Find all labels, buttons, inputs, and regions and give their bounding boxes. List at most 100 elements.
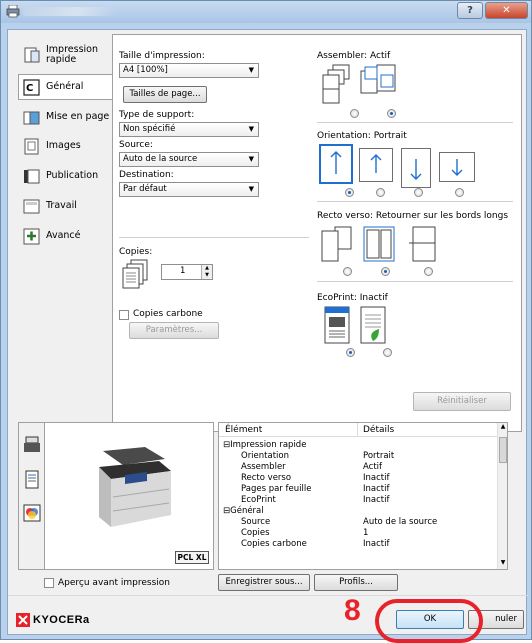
column-header-item[interactable]: Élément	[225, 425, 262, 435]
close-window-button[interactable]: ✕	[485, 2, 528, 19]
print-size-select[interactable]: A4 [100%]	[119, 63, 259, 78]
destination-label: Destination:	[119, 170, 174, 180]
summary-row[interactable]: Assembler Actif	[219, 462, 497, 473]
media-type-select[interactable]: Non spécifié	[119, 122, 259, 137]
summary-row[interactable]: Copies 1	[219, 528, 497, 539]
summary-item: ⊟Général	[223, 506, 264, 516]
orientation-rotated-landscape-option[interactable]	[439, 152, 475, 182]
orientation-rotated-portrait-radio[interactable]	[414, 188, 423, 197]
printer-preview-panel: PCL XL	[18, 422, 214, 570]
carbon-copies-label: Copies carbone	[133, 309, 203, 319]
separator	[119, 237, 309, 238]
nav-label-images: Images	[46, 140, 81, 151]
general-icon: C	[23, 78, 40, 96]
summary-row[interactable]: Copies carbone Inactif	[219, 539, 497, 550]
orientation-landscape-radio[interactable]	[376, 188, 385, 197]
orientation-rotated-landscape-radio[interactable]	[455, 188, 464, 197]
scroll-up-icon[interactable]: ▲	[498, 423, 508, 433]
ecoprint-on-radio[interactable]	[383, 348, 392, 357]
document-tab-icon[interactable]	[22, 470, 42, 490]
advanced-icon	[23, 228, 40, 244]
collate-on-radio[interactable]	[387, 109, 396, 118]
separator	[317, 122, 513, 123]
print-preview-checkbox[interactable]	[44, 578, 54, 588]
summary-row[interactable]: Source Auto de la source	[219, 517, 497, 528]
window-title-blurred	[23, 7, 115, 16]
summary-scrollbar[interactable]: ▲ ▼	[497, 423, 507, 569]
brand-name: KYOCERa	[33, 614, 90, 626]
duplex-short-edge-radio[interactable]	[424, 267, 433, 276]
carbon-copies-checkbox[interactable]	[119, 310, 129, 320]
orientation-landscape-option[interactable]	[359, 148, 393, 182]
collate-off-icon	[322, 64, 350, 104]
scroll-down-icon[interactable]: ▼	[498, 559, 508, 569]
nav-label-publishing: Publication	[46, 170, 99, 181]
duplex-off-icon	[321, 226, 352, 262]
summary-item: Assembler	[241, 462, 286, 472]
source-label: Source:	[119, 140, 153, 150]
summary-item: Source	[241, 517, 271, 527]
nav-item-job[interactable]: Travail	[18, 193, 114, 219]
nav-item-advanced[interactable]: Avancé	[18, 223, 114, 249]
duplex-short-edge-icon	[409, 226, 436, 262]
nav-item-images[interactable]: Images	[18, 133, 114, 159]
publishing-icon	[24, 169, 40, 183]
summary-item: Copies carbone	[241, 539, 307, 549]
summary-row[interactable]: Pages par feuille Inactif	[219, 484, 497, 495]
print-properties-window: ? ✕ Impression rapide C Général Mise en …	[0, 0, 532, 643]
collate-off-radio[interactable]	[350, 109, 359, 118]
source-select[interactable]: Auto de la source	[119, 152, 259, 167]
collate-on-icon	[360, 64, 396, 94]
orientation-rotated-portrait-option[interactable]	[401, 148, 431, 188]
nav-item-publishing[interactable]: Publication	[18, 163, 114, 189]
arrow-down-icon	[451, 159, 463, 176]
summary-row[interactable]: Recto verso Inactif	[219, 473, 497, 484]
title-bar: ? ✕	[1, 1, 531, 23]
column-header-details[interactable]: Détails	[363, 425, 394, 435]
summary-header: Élément Détails	[219, 423, 499, 437]
duplex-long-edge-icon	[363, 226, 395, 262]
quick-print-icon	[24, 47, 40, 62]
images-icon	[24, 138, 39, 154]
summary-item: Pages par feuille	[241, 484, 312, 494]
summary-row[interactable]: ⊟Général	[219, 506, 497, 517]
separator	[317, 201, 513, 202]
nav-item-layout[interactable]: Mise en page	[18, 104, 114, 130]
profiles-button[interactable]: Profils...	[314, 574, 398, 591]
category-navigation: Impression rapide C Général Mise en page	[18, 30, 115, 435]
preview-tabs	[19, 423, 45, 569]
nav-item-quick-print[interactable]: Impression rapide	[18, 40, 114, 70]
scroll-thumb[interactable]	[499, 437, 507, 463]
duplex-long-edge-radio[interactable]	[381, 267, 390, 276]
layout-icon	[23, 111, 40, 124]
printer-tab-icon[interactable]	[22, 435, 42, 455]
summary-detail: Portrait	[363, 451, 395, 461]
orientation-portrait-option[interactable]	[319, 144, 353, 184]
nav-item-general[interactable]: C Général	[18, 74, 115, 100]
summary-item: ⊟Impression rapide	[223, 440, 307, 450]
nav-label-general: Général	[46, 81, 84, 92]
help-button[interactable]: ?	[457, 2, 483, 19]
copies-stepper-arrows[interactable]: ▲ ▼	[201, 265, 212, 279]
settings-summary-list[interactable]: Élément Détails ⊟Impression rapide Orient…	[218, 422, 508, 570]
duplex-off-radio[interactable]	[343, 267, 352, 276]
orientation-portrait-radio[interactable]	[345, 188, 354, 197]
page-sizes-button[interactable]: Tailles de page...	[123, 86, 207, 103]
summary-row[interactable]: ⊟Impression rapide	[219, 440, 497, 451]
summary-row[interactable]: Orientation Portrait	[219, 451, 497, 462]
nav-label-job: Travail	[46, 200, 77, 211]
ecoprint-off-radio[interactable]	[346, 348, 355, 357]
save-as-button[interactable]: Enregistrer sous...	[218, 574, 310, 591]
color-tab-icon[interactable]	[22, 503, 42, 523]
reset-button[interactable]: Réinitialiser	[413, 392, 511, 411]
pdl-badge: PCL XL	[175, 551, 209, 564]
kyocera-logo-icon	[16, 613, 30, 627]
summary-row[interactable]: EcoPrint Inactif	[219, 495, 497, 506]
ok-highlight-ring	[375, 599, 483, 643]
destination-select[interactable]: Par défaut	[119, 182, 259, 197]
carbon-parameters-button[interactable]: Paramètres...	[129, 322, 219, 339]
summary-item: Copies	[241, 528, 270, 538]
ecoprint-label: EcoPrint: Inactif	[317, 293, 388, 303]
print-preview-label: Aperçu avant impression	[58, 578, 170, 588]
copies-spinner[interactable]: 1 ▲ ▼	[161, 264, 213, 280]
